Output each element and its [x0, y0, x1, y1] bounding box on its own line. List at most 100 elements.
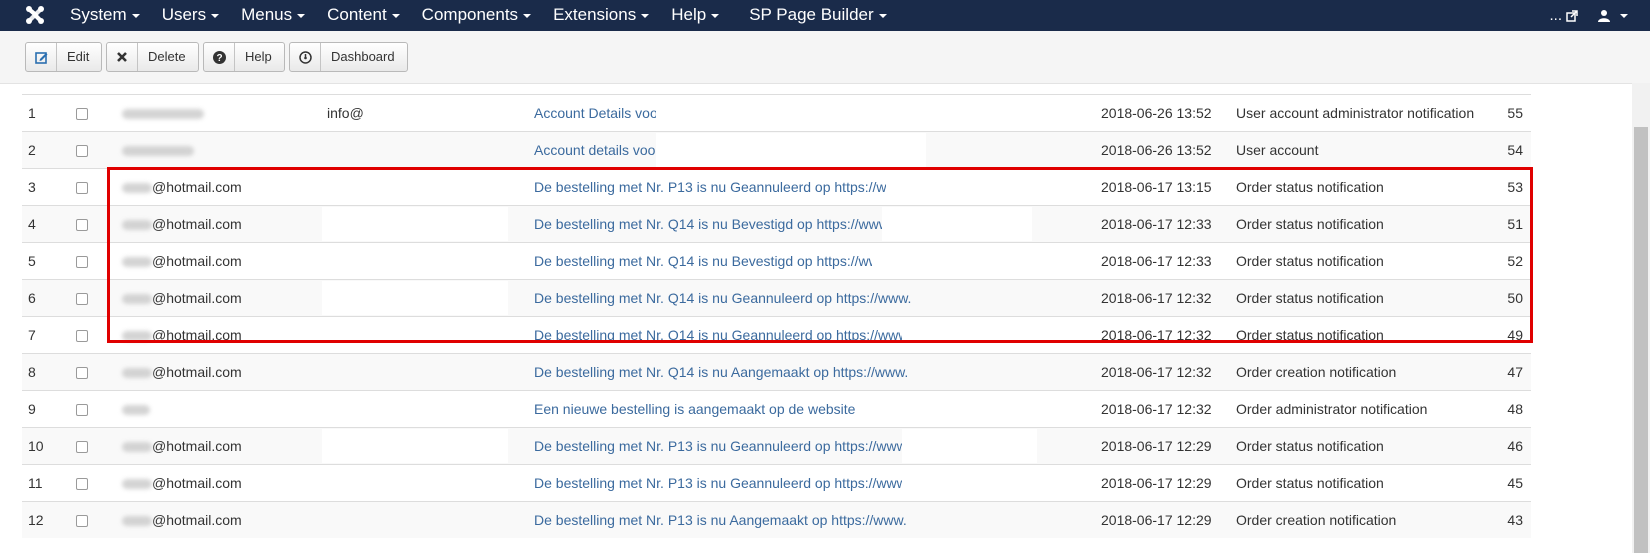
redaction-mask: [656, 133, 926, 167]
row-checkbox[interactable]: [76, 108, 88, 120]
caret-down-icon: [878, 13, 887, 18]
date-cell: 2018-06-17 12:29: [1101, 438, 1212, 454]
table-row[interactable]: 8 @hotmail.com De bestelling met Nr. Q14 i…: [22, 353, 1531, 390]
type-cell: User account administrator notification: [1236, 105, 1475, 121]
id-cell: 47: [1507, 364, 1523, 380]
row-checkbox[interactable]: [76, 182, 88, 194]
user-menu[interactable]: [1598, 9, 1628, 22]
external-link-icon: [1566, 9, 1578, 22]
row-checkbox[interactable]: [76, 404, 88, 416]
row-checkbox[interactable]: [76, 367, 88, 379]
menu-extensions[interactable]: Extensions: [553, 0, 659, 31]
from-cell: [122, 95, 204, 131]
menu-system[interactable]: System: [70, 0, 150, 31]
row-number: 9: [28, 401, 36, 417]
help-button[interactable]: ? Help: [203, 42, 285, 72]
row-number: 6: [28, 290, 36, 306]
row-checkbox[interactable]: [76, 293, 88, 305]
redacted-text: [122, 368, 152, 379]
caret-down-icon: [1620, 13, 1628, 18]
dashboard-button[interactable]: Dashboard: [289, 42, 408, 72]
type-cell: Order creation notification: [1236, 364, 1397, 380]
subject-link[interactable]: De bestelling met Nr. P13 is nu Geannule…: [534, 465, 910, 501]
menu-sp-page-builder[interactable]: SP Page Builder: [749, 0, 896, 31]
date-cell: 2018-06-17 12:32: [1101, 364, 1212, 380]
redaction-mask: [322, 466, 508, 500]
redacted-text: [122, 516, 152, 527]
redaction-mask: [902, 429, 1037, 463]
row-checkbox[interactable]: [76, 330, 88, 342]
redaction-mask: [902, 466, 1037, 500]
table-row[interactable]: 2 Account details voor 2018-06-26 13:52 Use…: [22, 131, 1531, 168]
row-number: 1: [28, 105, 36, 121]
row-checkbox[interactable]: [76, 145, 88, 157]
table-row[interactable]: 12 @hotmail.com De bestelling met Nr. P13 …: [22, 501, 1531, 538]
from-cell: [122, 391, 150, 427]
menu-help[interactable]: Help: [671, 0, 729, 31]
subject-link[interactable]: De bestelling met Nr. P13 is nu Aangemaa…: [534, 502, 907, 538]
caret-down-icon: [711, 13, 720, 18]
site-link[interactable]: ...: [1549, 7, 1578, 24]
delete-button[interactable]: Delete: [106, 42, 199, 72]
menu-label: Menus: [241, 5, 293, 24]
help-label: Help: [245, 49, 272, 64]
nav-right: ...: [1549, 0, 1650, 31]
edit-button[interactable]: Edit: [25, 42, 103, 72]
menu-label: Content: [327, 5, 387, 24]
date-cell: 2018-06-17 12:32: [1101, 401, 1212, 417]
subject-link[interactable]: De bestelling met Nr. P13 is nu Geannule…: [534, 428, 910, 464]
menu-content[interactable]: Content: [327, 0, 410, 31]
svg-text:?: ?: [216, 53, 222, 64]
joomla-logo-icon[interactable]: [24, 4, 46, 26]
row-checkbox[interactable]: [76, 478, 88, 490]
row-number: 5: [28, 253, 36, 269]
id-cell: 55: [1507, 105, 1523, 121]
delete-label: Delete: [148, 49, 186, 64]
id-cell: 45: [1507, 475, 1523, 491]
row-number: 10: [28, 438, 44, 454]
caret-down-icon: [297, 13, 306, 18]
caret-down-icon: [211, 13, 220, 18]
subject-link[interactable]: De bestelling met Nr. Q14 is nu Aangemaa…: [534, 354, 908, 390]
from-cell: @hotmail.com: [122, 354, 242, 390]
top-navbar: System Users Menus Content Components Ex…: [0, 0, 1650, 31]
id-cell: 48: [1507, 401, 1523, 417]
menu-components[interactable]: Components: [422, 0, 541, 31]
menu-label: Help: [671, 5, 707, 24]
id-cell: 43: [1507, 512, 1523, 528]
table-row[interactable]: 1 info@ Account Details voor 2018-06-26 13:…: [22, 94, 1531, 131]
scrollbar-thumb[interactable]: [1634, 127, 1648, 553]
menu-label: Components: [421, 5, 519, 24]
table-row[interactable]: 9 Een nieuwe bestelling is aangemaakt op …: [22, 390, 1531, 427]
row-number: 8: [28, 364, 36, 380]
type-cell: Order administrator notification: [1236, 401, 1428, 417]
row-checkbox[interactable]: [76, 515, 88, 527]
row-checkbox[interactable]: [76, 256, 88, 268]
subject-link[interactable]: Account details voor: [534, 132, 660, 168]
row-number: 12: [28, 512, 44, 528]
subject-link[interactable]: Account Details voor: [534, 95, 662, 131]
dashboard-label: Dashboard: [331, 49, 395, 64]
table-row[interactable]: 10 @hotmail.com De bestelling met Nr. P13 …: [22, 427, 1531, 464]
row-checkbox[interactable]: [76, 441, 88, 453]
row-number: 2: [28, 142, 36, 158]
type-cell: Order creation notification: [1236, 512, 1397, 528]
type-cell: Order status notification: [1236, 438, 1384, 454]
subject-link[interactable]: Een nieuwe bestelling is aangemaakt op d…: [534, 391, 855, 427]
caret-down-icon: [131, 13, 140, 18]
from-email: @hotmail.com: [152, 475, 242, 491]
date-cell: 2018-06-17 12:29: [1101, 512, 1212, 528]
id-cell: 54: [1507, 142, 1523, 158]
row-number: 3: [28, 179, 36, 195]
site-link-label: ...: [1549, 7, 1562, 24]
user-icon: [1598, 10, 1610, 22]
caret-down-icon: [523, 13, 532, 18]
menu-users[interactable]: Users: [162, 0, 229, 31]
row-checkbox[interactable]: [76, 219, 88, 231]
from-email: @hotmail.com: [152, 438, 242, 454]
from-cell: @hotmail.com: [122, 465, 242, 501]
table-row[interactable]: 11 @hotmail.com De bestelling met Nr. P13 …: [22, 464, 1531, 501]
menu-menus[interactable]: Menus: [241, 0, 315, 31]
date-cell: 2018-06-26 13:52: [1101, 105, 1212, 121]
type-cell: User account: [1236, 142, 1319, 158]
